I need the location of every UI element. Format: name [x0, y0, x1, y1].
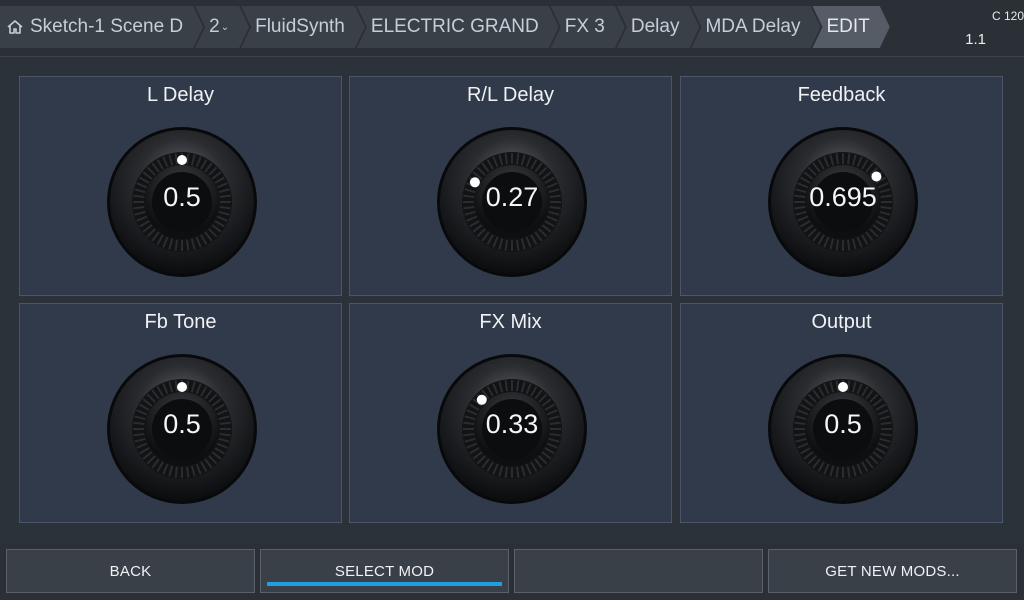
breadcrumb-label: ELECTRIC GRAND — [370, 16, 539, 37]
breadcrumb-engine[interactable]: FluidSynth — [241, 6, 365, 48]
breadcrumb-label: 2 — [209, 16, 220, 37]
knob-graphic — [768, 354, 918, 504]
back-button[interactable]: BACK — [6, 549, 255, 593]
breadcrumb-scene[interactable]: Sketch-1 Scene D — [0, 6, 203, 48]
param-label: Output — [811, 311, 872, 333]
get-new-mods-button[interactable]: GET NEW MODS... — [768, 549, 1017, 593]
select-mod-button[interactable]: SELECT MOD — [260, 549, 509, 593]
breadcrumb-label: MDA Delay — [705, 16, 801, 37]
breadcrumb-preset[interactable]: ELECTRIC GRAND — [357, 6, 559, 48]
param-panel-feedback[interactable]: Feedback 0.695 — [680, 76, 1003, 296]
breadcrumb-label: EDIT — [826, 16, 870, 37]
knob-rl-delay[interactable]: 0.27 — [436, 126, 588, 278]
knob-graphic — [107, 354, 257, 504]
knob-l-delay[interactable]: 0.5 — [106, 126, 258, 278]
position-indicator: 1.1 — [965, 31, 986, 48]
knob-indicator — [838, 382, 848, 392]
param-label: Fb Tone — [144, 311, 217, 333]
knob-indicator — [476, 394, 487, 405]
breadcrumb-label: FluidSynth — [255, 16, 345, 37]
breadcrumb-edit[interactable]: EDIT — [812, 6, 889, 48]
knob-indicator — [469, 177, 480, 188]
active-indicator — [267, 582, 502, 586]
breadcrumb-label: Delay — [630, 16, 680, 37]
select-mod-button-label: SELECT MOD — [334, 562, 435, 580]
param-panel-rl-delay[interactable]: R/L Delay 0.27 — [349, 76, 672, 296]
breadcrumb-channel[interactable]: 2 ⌄ — [195, 6, 249, 48]
breadcrumb: Sketch-1 Scene D 2 ⌄ FluidSynth ELECTRIC … — [0, 6, 882, 48]
home-icon — [6, 18, 24, 36]
parameter-grid: L Delay 0.5 R/L Delay 0.27 Feedback 0.69… — [19, 76, 1005, 524]
knob-graphic — [768, 127, 918, 277]
knob-feedback[interactable]: 0.695 — [767, 126, 919, 278]
top-bar: Sketch-1 Scene D 2 ⌄ FluidSynth ELECTRIC … — [0, 0, 1024, 57]
back-button-label: BACK — [109, 562, 152, 580]
knob-indicator — [177, 382, 187, 392]
breadcrumb-fx-slot[interactable]: FX 3 — [551, 6, 625, 48]
param-panel-output[interactable]: Output 0.5 — [680, 303, 1003, 523]
breadcrumb-plugin[interactable]: MDA Delay — [691, 6, 820, 48]
chevron-down-icon: ⌄ — [220, 21, 230, 33]
param-label: FX Mix — [479, 311, 542, 333]
knob-graphic — [107, 127, 257, 277]
knob-indicator — [871, 171, 882, 182]
breadcrumb-label: Sketch-1 Scene D — [30, 16, 184, 37]
knob-fb-tone[interactable]: 0.5 — [106, 353, 258, 505]
breadcrumb-category[interactable]: Delay — [617, 6, 700, 48]
param-panel-fb-tone[interactable]: Fb Tone 0.5 — [19, 303, 342, 523]
knob-indicator — [177, 155, 187, 165]
tempo-indicator: C 120 — [991, 9, 1024, 23]
bottom-bar: BACK SELECT MOD GET NEW MODS... — [0, 544, 1024, 600]
knob-fx-mix[interactable]: 0.33 — [436, 353, 588, 505]
param-label: Feedback — [797, 84, 886, 106]
get-new-mods-button-label: GET NEW MODS... — [825, 562, 960, 580]
knob-graphic — [437, 354, 587, 504]
knob-output[interactable]: 0.5 — [767, 353, 919, 505]
param-label: L Delay — [146, 84, 215, 106]
param-panel-fx-mix[interactable]: FX Mix 0.33 — [349, 303, 672, 523]
breadcrumb-label: FX 3 — [564, 16, 605, 37]
param-label: R/L Delay — [466, 84, 555, 106]
knob-graphic — [437, 127, 587, 277]
empty-button[interactable] — [514, 549, 763, 593]
param-panel-l-delay[interactable]: L Delay 0.5 — [19, 76, 342, 296]
